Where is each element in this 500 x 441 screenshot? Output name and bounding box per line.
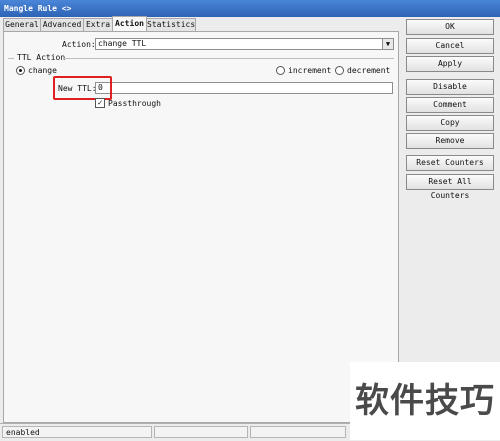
title-bar[interactable]: Mangle Rule <>	[0, 0, 500, 17]
radio-increment[interactable]	[276, 66, 285, 75]
radio-change-label: change	[28, 66, 57, 75]
ttl-action-group-label: TTL Action	[17, 53, 66, 62]
cancel-button[interactable]: Cancel	[406, 38, 494, 54]
window-title: Mangle Rule <>	[4, 4, 72, 13]
reset-counters-button[interactable]: Reset Counters	[406, 155, 494, 171]
remove-button[interactable]: Remove	[406, 133, 494, 149]
group-divider-left	[8, 58, 14, 59]
comment-button[interactable]: Comment	[406, 97, 494, 113]
action-select-value: change TTL	[98, 39, 147, 48]
new-ttl-input[interactable]: 0	[95, 82, 393, 94]
action-dropdown-button[interactable]: ▼	[382, 38, 394, 50]
tab-extra[interactable]: Extra	[83, 18, 113, 32]
red-highlight-box	[53, 76, 112, 100]
group-divider-right	[64, 58, 394, 59]
tab-statistics[interactable]: Statistics	[146, 18, 196, 32]
tab-action[interactable]: Action	[112, 16, 147, 32]
mangle-rule-window: Mangle Rule <> General Advanced Extra Ac…	[0, 0, 500, 441]
tab-advanced[interactable]: Advanced	[40, 18, 84, 32]
radio-decrement[interactable]	[335, 66, 344, 75]
apply-button[interactable]: Apply	[406, 56, 494, 72]
ok-button[interactable]: OK	[406, 19, 494, 35]
triangle-down-icon: ▼	[385, 40, 391, 48]
status-state: enabled	[2, 426, 152, 438]
status-cell-2	[154, 426, 248, 438]
disable-button[interactable]: Disable	[406, 79, 494, 95]
reset-all-counters-button[interactable]: Reset All Counters	[406, 174, 494, 200]
check-icon: ✓	[97, 98, 103, 107]
watermark: 软件技巧	[350, 362, 500, 440]
action-select[interactable]: change TTL	[95, 38, 383, 50]
radio-decrement-label: decrement	[347, 66, 391, 75]
copy-button[interactable]: Copy	[406, 115, 494, 131]
status-cell-3	[250, 426, 346, 438]
action-tab-panel: Action: change TTL ▼ TTL Action change i…	[3, 31, 399, 423]
action-label: Action:	[62, 40, 96, 49]
tab-general[interactable]: General	[3, 18, 41, 32]
radio-increment-label: increment	[288, 66, 332, 75]
passthrough-checkbox[interactable]: ✓	[95, 98, 105, 108]
radio-change[interactable]	[16, 66, 25, 75]
passthrough-label: Passthrough	[108, 99, 161, 108]
